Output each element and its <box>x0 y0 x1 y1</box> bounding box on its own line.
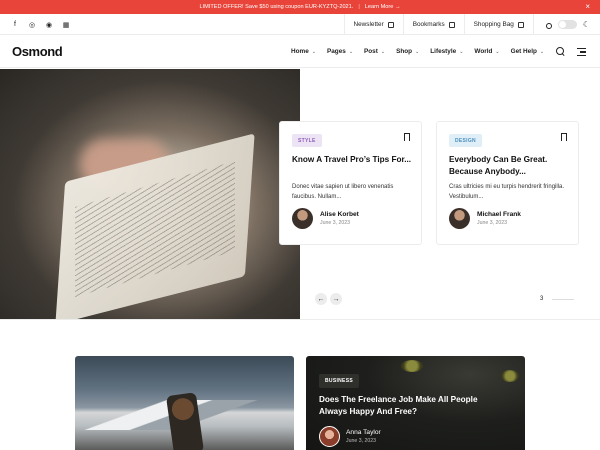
chevron-down-icon: ⌄ <box>539 48 545 55</box>
nav-label: Lifestyle <box>430 48 457 55</box>
bookmarks-link[interactable]: Bookmarks <box>402 14 464 35</box>
hero-post-card[interactable]: DESIGN Everybody Can Be Great. Because A… <box>436 121 579 245</box>
featured-post-card[interactable]: BUSINESS Does The Freelance Job Make All… <box>306 356 525 450</box>
nav-label: Post <box>364 48 378 55</box>
newsletter-label: Newsletter <box>353 21 384 28</box>
feed-icon[interactable]: ▦ <box>62 21 70 29</box>
promo-close-icon[interactable]: × <box>585 1 590 13</box>
post-date: June 3, 2023 <box>477 220 507 226</box>
dribbble-icon[interactable]: ◎ <box>28 21 36 29</box>
bookmark-icon[interactable] <box>404 133 410 141</box>
author-name[interactable]: Alise Korbet <box>320 211 359 218</box>
post-excerpt: Cras ultricies mi eu turpis hendrerit fr… <box>449 184 565 200</box>
nav-item-pages[interactable]: Pages ⌄ <box>327 48 353 55</box>
hero-image-book <box>0 69 300 319</box>
nav-item-lifestyle[interactable]: Lifestyle ⌄ <box>430 48 463 55</box>
main-nav: Home ⌄ Pages ⌄ Post ⌄ Shop ⌄ Lifestyle ⌄ Worl… <box>291 35 544 68</box>
author-name[interactable]: Michael Frank <box>477 211 521 218</box>
category-tag[interactable]: DESIGN <box>449 134 482 147</box>
nav-label: Home <box>291 48 309 55</box>
promo-text: LIMITED OFFER! Save $50 using coupon EUR… <box>199 4 354 10</box>
sun-icon <box>544 21 552 29</box>
post-card-image-mountain[interactable] <box>75 356 294 450</box>
chevron-down-icon: ⌄ <box>415 48 420 55</box>
slider-prev-button[interactable]: ← <box>315 293 327 305</box>
theme-toggle[interactable] <box>557 20 577 29</box>
category-tag[interactable]: STYLE <box>292 134 322 147</box>
bookmarks-label: Bookmarks <box>412 21 445 28</box>
menu-icon[interactable] <box>577 48 586 56</box>
hero-post-card[interactable]: STYLE Know A Travel Pro’s Tips For... Do… <box>279 121 422 245</box>
avatar <box>319 426 340 447</box>
utility-links: Newsletter Bookmarks Shopping Bag ☾ <box>343 14 600 35</box>
slider-progress-line <box>552 299 574 300</box>
shopping-bag-link[interactable]: Shopping Bag <box>463 14 533 35</box>
nav-label: Shop <box>396 48 413 55</box>
nav-item-shop[interactable]: Shop ⌄ <box>396 48 419 55</box>
chevron-down-icon: ⌄ <box>380 48 386 55</box>
theme-switcher: ☾ <box>532 14 600 35</box>
post-title[interactable]: Know A Travel Pro’s Tips For... <box>292 154 412 166</box>
category-tag[interactable]: BUSINESS <box>319 374 359 388</box>
nav-item-world[interactable]: World ⌄ <box>474 48 499 55</box>
section-divider <box>0 319 600 320</box>
search-icon[interactable] <box>556 47 565 56</box>
post-title[interactable]: Everybody Can Be Great. Because Anybody.… <box>449 154 569 178</box>
utility-bar: f ◎ ◉ ▦ Newsletter Bookmarks Shopping Ba… <box>0 14 600 35</box>
nav-item-home[interactable]: Home ⌄ <box>291 48 316 55</box>
newsletter-link[interactable]: Newsletter <box>343 14 403 35</box>
promo-bar: LIMITED OFFER! Save $50 using coupon EUR… <box>0 0 600 14</box>
slider-page-number: 3 <box>540 296 544 302</box>
facebook-icon[interactable]: f <box>11 21 19 29</box>
mail-icon <box>387 21 394 28</box>
moon-icon: ☾ <box>582 19 590 29</box>
chevron-down-icon: ⌄ <box>459 48 464 55</box>
avatar <box>292 208 313 229</box>
chevron-down-icon: ⌄ <box>348 48 354 55</box>
instagram-icon[interactable]: ◉ <box>45 21 53 29</box>
nav-label: Get Help <box>510 48 537 55</box>
nav-label: Pages <box>326 48 346 55</box>
site-logo[interactable]: Osmond <box>12 44 63 59</box>
slider-next-button[interactable]: → <box>330 293 342 305</box>
chevron-down-icon: ⌄ <box>495 48 500 55</box>
bag-icon <box>517 21 524 28</box>
nav-item-get-help[interactable]: Get Help ⌄ <box>511 48 544 55</box>
nav-item-post[interactable]: Post ⌄ <box>364 48 385 55</box>
author-name[interactable]: Anna Taylor <box>346 429 381 436</box>
nav-label: World <box>474 48 493 55</box>
bookmark-icon[interactable] <box>561 133 567 141</box>
promo-learn-more-link[interactable]: Learn More → <box>365 4 401 10</box>
post-title[interactable]: Does The Freelance Job Make All People A… <box>319 394 499 418</box>
shopping-bag-label: Shopping Bag <box>473 21 514 28</box>
chevron-down-icon: ⌄ <box>311 48 316 55</box>
main-header: Osmond Home ⌄ Pages ⌄ Post ⌄ Shop ⌄ Lifestyl… <box>0 35 600 68</box>
social-links: f ◎ ◉ ▦ <box>11 14 70 35</box>
post-excerpt: Donec vitae sapien ut libero venenatis f… <box>292 184 394 200</box>
avatar <box>449 208 470 229</box>
promo-separator: | <box>358 4 360 10</box>
bookmark-icon <box>448 21 455 28</box>
post-date: June 3, 2023 <box>320 220 350 226</box>
post-date: June 3, 2023 <box>346 438 376 444</box>
